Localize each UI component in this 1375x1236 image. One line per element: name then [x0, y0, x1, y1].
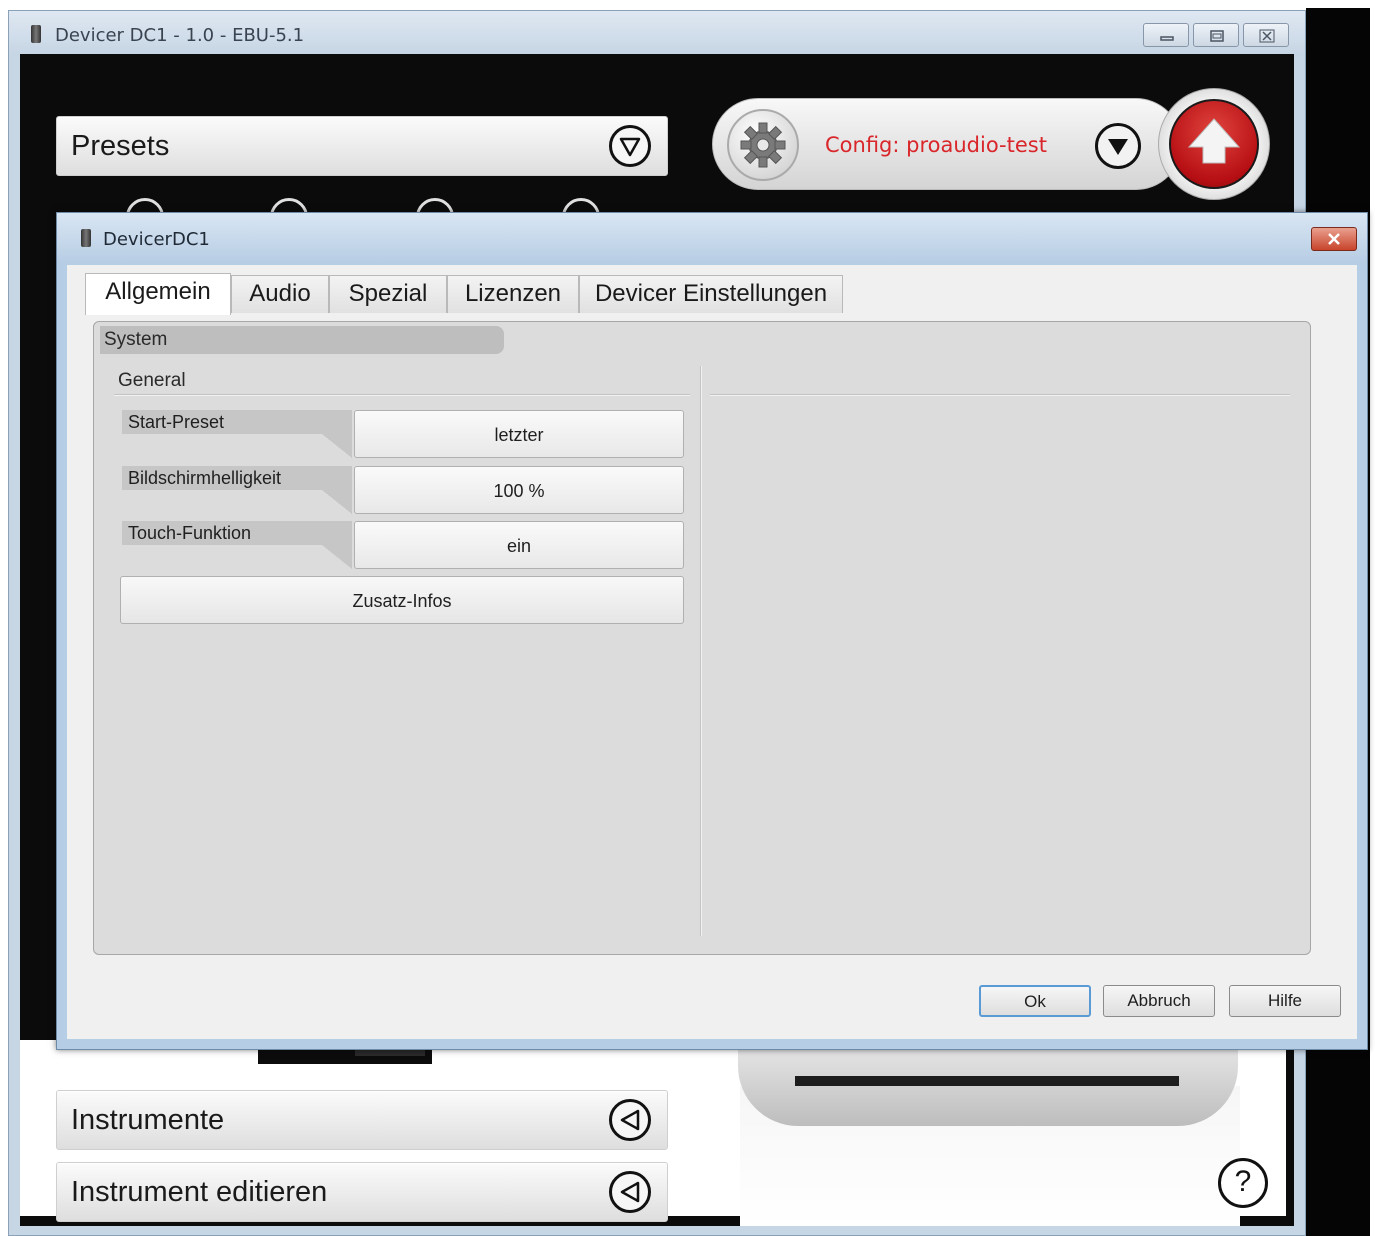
tab-spezial[interactable]: Spezial	[329, 275, 447, 313]
group-label: General	[118, 370, 186, 391]
dialog-titlebar: DevicerDC1	[57, 213, 1367, 263]
help-icon[interactable]: ?	[1218, 1158, 1268, 1208]
edit-instrument-label: Instrument editieren	[71, 1176, 328, 1208]
divider	[700, 366, 702, 936]
dialog-close-button[interactable]	[1311, 227, 1357, 251]
main-window-title: Devicer DC1 - 1.0 - EBU-5.1	[55, 25, 305, 46]
start-preset-label: Start-Preset	[128, 412, 225, 432]
divider	[710, 394, 1290, 396]
ok-button[interactable]: Ok	[979, 985, 1091, 1017]
start-preset-button[interactable]: letzter	[354, 410, 684, 458]
app-icon	[31, 25, 41, 43]
dialog-title: DevicerDC1	[103, 229, 210, 250]
chevron-down-circle-icon[interactable]	[609, 125, 651, 167]
close-icon	[1259, 29, 1275, 43]
touch-function-button[interactable]: ein	[354, 521, 684, 569]
upload-button[interactable]	[1158, 88, 1270, 200]
device-image	[738, 1046, 1238, 1126]
tab-lizenzen[interactable]: Lizenzen	[447, 275, 579, 313]
edit-instrument-bar[interactable]: Instrument editieren	[56, 1162, 668, 1222]
divider	[114, 394, 690, 396]
dropdown-circle-icon[interactable]	[1095, 123, 1141, 169]
minimize-button[interactable]	[1143, 23, 1189, 47]
cancel-button[interactable]: Abbruch	[1103, 985, 1215, 1017]
chevron-left-circle-icon[interactable]	[609, 1099, 651, 1141]
arrow-up-icon	[1169, 99, 1259, 189]
extra-info-button[interactable]: Zusatz-Infos	[120, 576, 684, 624]
tab-allgemein[interactable]: Allgemein	[85, 273, 231, 315]
instruments-label: Instrumente	[71, 1104, 225, 1136]
maximize-icon	[1210, 30, 1224, 42]
help-button[interactable]: Hilfe	[1229, 985, 1341, 1017]
close-window-button[interactable]	[1243, 23, 1289, 47]
config-bar[interactable]: Config: proaudio-test	[712, 98, 1182, 190]
setting-label: Touch-Funktion	[122, 521, 352, 569]
setting-label: Bildschirmhelligkeit	[122, 466, 352, 514]
tab-devicer-einstellungen[interactable]: Devicer Einstellungen	[579, 275, 843, 313]
touch-function-label: Touch-Funktion	[128, 523, 252, 543]
instruments-bar[interactable]: Instrumente	[56, 1090, 668, 1150]
system-panel: System General Start-Preset letzter Bild…	[93, 321, 1311, 955]
device-shadow	[795, 1076, 1179, 1086]
settings-dialog: DevicerDC1 Allgemein Audio Spezial Lizen…	[56, 212, 1368, 1050]
main-titlebar: Devicer DC1 - 1.0 - EBU-5.1	[9, 11, 1305, 55]
app-icon	[81, 229, 91, 247]
presets-label: Presets	[71, 130, 170, 162]
brightness-button[interactable]: 100 %	[354, 466, 684, 514]
config-label: Config: proaudio-test	[825, 133, 1047, 157]
section-header: System	[100, 326, 504, 354]
brightness-label: Bildschirmhelligkeit	[128, 468, 282, 488]
minimize-icon	[1160, 36, 1174, 41]
chevron-left-circle-icon[interactable]	[609, 1171, 651, 1213]
tab-audio[interactable]: Audio	[231, 275, 329, 313]
close-icon	[1328, 233, 1340, 245]
setting-label: Start-Preset	[122, 410, 352, 458]
maximize-button[interactable]	[1193, 23, 1239, 47]
gear-icon[interactable]	[727, 109, 799, 181]
presets-bar[interactable]: Presets	[56, 116, 668, 176]
dialog-body: Allgemein Audio Spezial Lizenzen Devicer…	[67, 265, 1357, 1039]
